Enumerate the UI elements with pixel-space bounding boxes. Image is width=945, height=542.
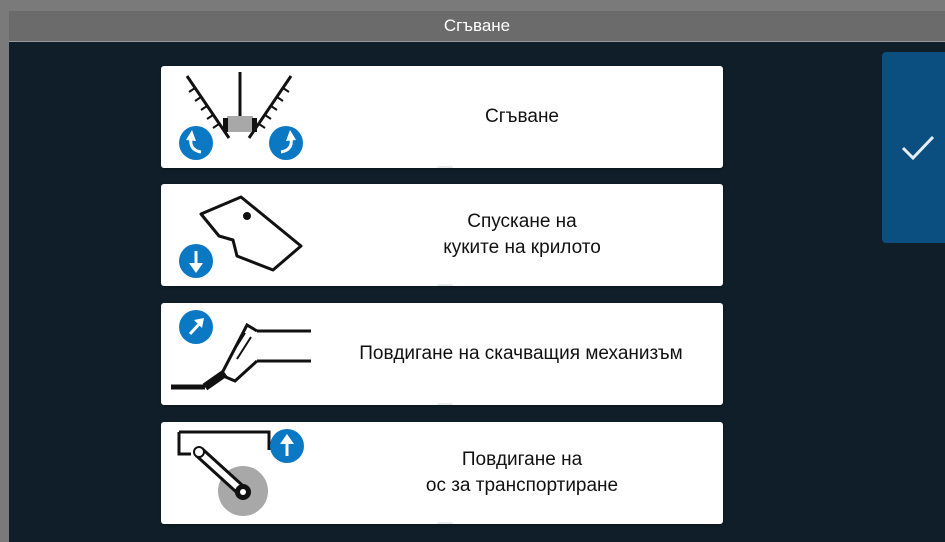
- wing-hook-lower-icon: [179, 195, 303, 278]
- transport-axle-lift-icon: [177, 429, 304, 516]
- card-divider: [437, 284, 453, 286]
- main-area: Сгъване Спускане на куките на крилото По…: [9, 42, 945, 542]
- coupling-lift-icon: [171, 310, 311, 391]
- lift-transport-axle-button[interactable]: Повдигане на ос за транспортиране: [161, 422, 723, 524]
- card-divider: [437, 403, 453, 405]
- window-title-bar: Сгъване: [9, 11, 945, 42]
- lower-wing-hooks-button[interactable]: Спускане на куките на крилото: [161, 184, 723, 286]
- window-title: Сгъване: [443, 16, 511, 35]
- fold-action-button[interactable]: Сгъване: [161, 66, 723, 168]
- lift-coupling-label: Повдигане на скачващия механизъм: [359, 343, 683, 364]
- lift-coupling-button[interactable]: Повдигане на скачващия механизъм: [161, 303, 723, 405]
- card-divider: [437, 166, 453, 168]
- checkmark-icon: [901, 135, 935, 160]
- confirm-button[interactable]: [882, 52, 945, 243]
- card-divider: [437, 522, 453, 524]
- fold-action-label: Сгъване: [484, 106, 560, 127]
- folding-wings-icon: [179, 72, 303, 160]
- lift-transport-axle-label: Повдигане на ос за транспортиране: [425, 449, 619, 496]
- lower-wing-hooks-label: Спускане на куките на крилото: [443, 211, 601, 258]
